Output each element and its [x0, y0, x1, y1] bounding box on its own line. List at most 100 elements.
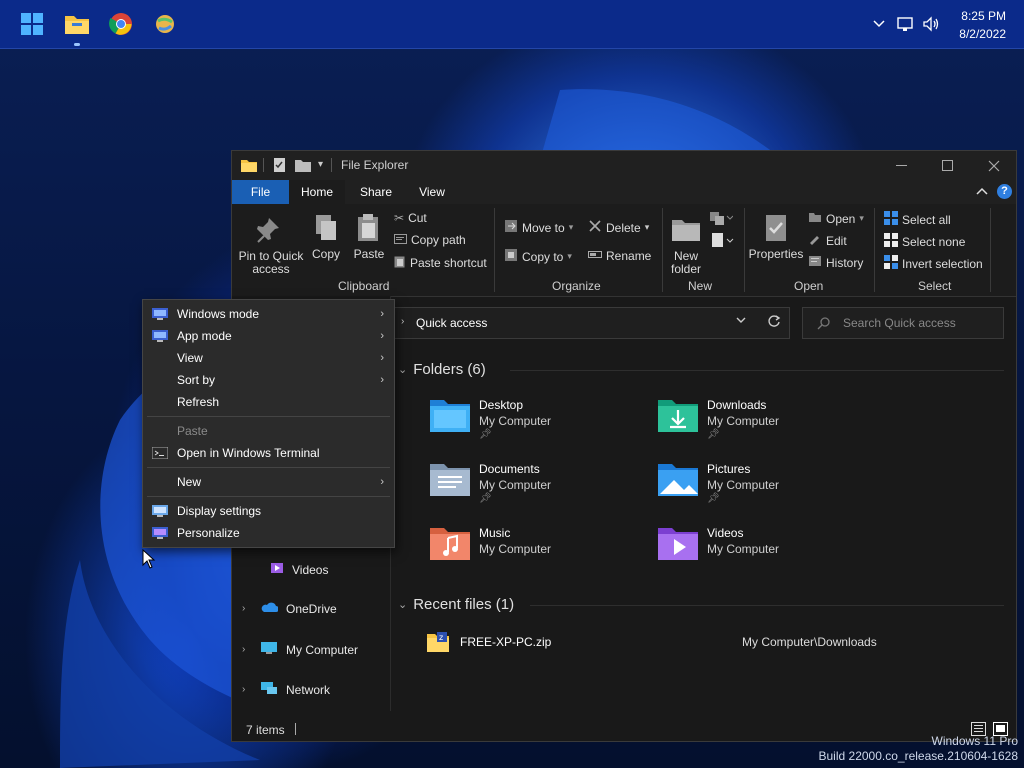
open-dropdown-icon: ▾: [859, 213, 864, 223]
menu-item-app-mode[interactable]: App mode ›: [143, 325, 394, 347]
volume-icon[interactable]: [920, 12, 942, 36]
breadcrumb-chevron-icon[interactable]: ›: [401, 316, 404, 327]
properties-qat-icon[interactable]: [272, 157, 288, 176]
pinned-icon: 📌︎: [479, 429, 492, 440]
folder-name: Desktop: [479, 398, 524, 412]
nav-item-videos[interactable]: Videos: [270, 561, 328, 578]
cut-button[interactable]: ✂ Cut: [394, 211, 427, 225]
folders-section-header[interactable]: ⌄ Folders (6): [398, 361, 486, 378]
system-clock[interactable]: 8:25 PM 8/2/2022: [959, 8, 1006, 42]
recent-files-section-header[interactable]: ⌄ Recent files (1): [398, 596, 514, 613]
rename-label: Rename: [606, 248, 652, 263]
nav-item-network[interactable]: › Network: [242, 681, 330, 698]
refresh-icon[interactable]: [767, 314, 781, 331]
delete-button[interactable]: Delete ▾: [588, 219, 649, 236]
tab-share[interactable]: Share: [347, 180, 405, 204]
chevron-up-icon[interactable]: [869, 12, 889, 36]
copy-path-button[interactable]: Copy path: [394, 233, 466, 247]
open-button[interactable]: Open ▾: [808, 211, 864, 226]
menu-item-open-in-terminal[interactable]: Open in Windows Terminal: [143, 442, 394, 464]
watermark-edition: Windows 11 Pro: [931, 734, 1018, 748]
easy-access-icon[interactable]: [711, 232, 735, 253]
paste-button[interactable]: Paste: [349, 212, 389, 261]
edit-button[interactable]: Edit: [808, 233, 847, 248]
network-icon[interactable]: [896, 12, 916, 36]
menu-label: Sort by: [177, 373, 216, 387]
taskbar: 8:25 PM 8/2/2022: [0, 0, 1024, 49]
folder-tile-music[interactable]: Music My Computer: [428, 524, 658, 580]
delete-x-icon: [588, 219, 602, 236]
expand-chevron-icon[interactable]: ›: [242, 603, 252, 614]
tab-view[interactable]: View: [405, 180, 459, 204]
rename-button[interactable]: Rename: [588, 248, 651, 263]
select-all-button[interactable]: Select all: [884, 211, 951, 228]
copy-path-label: Copy path: [411, 233, 466, 247]
tab-file[interactable]: File: [232, 180, 289, 204]
submenu-arrow-icon: ›: [380, 374, 384, 386]
nav-item-onedrive[interactable]: › OneDrive: [242, 601, 337, 616]
invert-selection-button[interactable]: Invert selection: [884, 255, 983, 272]
title-bar[interactable]: ▾ File Explorer: [232, 151, 1016, 180]
pinned-icon: 📌︎: [707, 429, 720, 440]
paste-shortcut-button[interactable]: Paste shortcut: [394, 255, 487, 271]
menu-item-refresh[interactable]: Refresh: [143, 391, 394, 413]
maximize-button[interactable]: [925, 151, 971, 180]
menu-item-sort-by[interactable]: Sort by ›: [143, 369, 394, 391]
music-folder-icon: [428, 524, 472, 564]
pin-to-quick-access-button[interactable]: Pin to Quick access: [238, 214, 304, 276]
chrome-icon[interactable]: [105, 8, 137, 40]
menu-separator: [147, 467, 390, 468]
menu-item-view[interactable]: View ›: [143, 347, 394, 369]
recent-file-row[interactable]: z FREE-XP-PC.zip My Computer\Downloads: [426, 631, 986, 655]
windows-start-icon[interactable]: [16, 8, 48, 40]
close-button[interactable]: [971, 151, 1017, 180]
search-box[interactable]: Search Quick access: [802, 307, 1004, 339]
address-bar[interactable]: › Quick access: [392, 307, 790, 339]
folder-location: My Computer: [479, 478, 552, 492]
pinned-icon: 📌︎: [479, 493, 492, 504]
folder-tile-documents[interactable]: Documents My Computer 📌︎: [428, 460, 658, 516]
minimize-button[interactable]: [879, 151, 925, 180]
history-icon: [808, 255, 822, 270]
address-dropdown-icon[interactable]: [735, 314, 747, 329]
folder-tile-desktop[interactable]: Desktop My Computer 📌︎: [428, 396, 658, 452]
new-item-icon[interactable]: [709, 210, 734, 231]
expand-chevron-icon[interactable]: ›: [242, 684, 252, 695]
collapse-chevron-icon[interactable]: ⌄: [398, 598, 407, 611]
pin-icon: [255, 214, 287, 246]
move-to-button[interactable]: Move to ▾: [504, 219, 573, 236]
menu-label: New: [177, 475, 202, 489]
menu-item-windows-mode[interactable]: Windows mode ›: [143, 303, 394, 325]
help-icon[interactable]: ?: [997, 184, 1012, 199]
folder-tile-pictures[interactable]: Pictures My Computer 📌︎: [656, 460, 886, 516]
select-none-label: Select none: [902, 234, 966, 249]
qat-dropdown-icon[interactable]: ▾: [318, 159, 323, 170]
history-button[interactable]: History: [808, 255, 863, 270]
menu-item-personalize[interactable]: Personalize: [143, 522, 394, 544]
copy-to-button[interactable]: Copy to ▾: [504, 248, 572, 265]
copy-button[interactable]: Copy: [308, 212, 344, 261]
folder-tile-downloads[interactable]: Downloads My Computer 📌︎: [656, 396, 886, 452]
tab-home[interactable]: Home: [289, 180, 345, 204]
recent-file-path: My Computer\Downloads: [742, 635, 877, 649]
open-icon: [808, 211, 822, 226]
menu-label: App mode: [177, 329, 232, 343]
move-to-icon: [504, 219, 518, 236]
folder-location: My Computer: [707, 478, 780, 492]
collapse-ribbon-icon[interactable]: [976, 185, 988, 199]
file-explorer-icon[interactable]: [61, 8, 93, 40]
new-folder-qat-icon[interactable]: [294, 157, 312, 176]
menu-item-display-settings[interactable]: Display settings: [143, 500, 394, 522]
collapse-chevron-icon[interactable]: ⌄: [398, 363, 407, 376]
menu-label: View: [177, 351, 203, 365]
nav-item-my-computer[interactable]: › My Computer: [242, 641, 358, 658]
expand-chevron-icon[interactable]: ›: [242, 644, 252, 655]
copy-label: Copy: [311, 247, 340, 261]
ball-app-icon[interactable]: [149, 8, 181, 40]
folder-tile-videos[interactable]: Videos My Computer: [656, 524, 886, 580]
new-folder-button[interactable]: New folder: [668, 214, 704, 276]
properties-button[interactable]: Properties: [748, 212, 804, 261]
select-none-button[interactable]: Select none: [884, 233, 965, 250]
desktop-context-menu: Windows mode › App mode › View › Sort by…: [142, 299, 395, 548]
menu-item-new[interactable]: New ›: [143, 471, 394, 493]
